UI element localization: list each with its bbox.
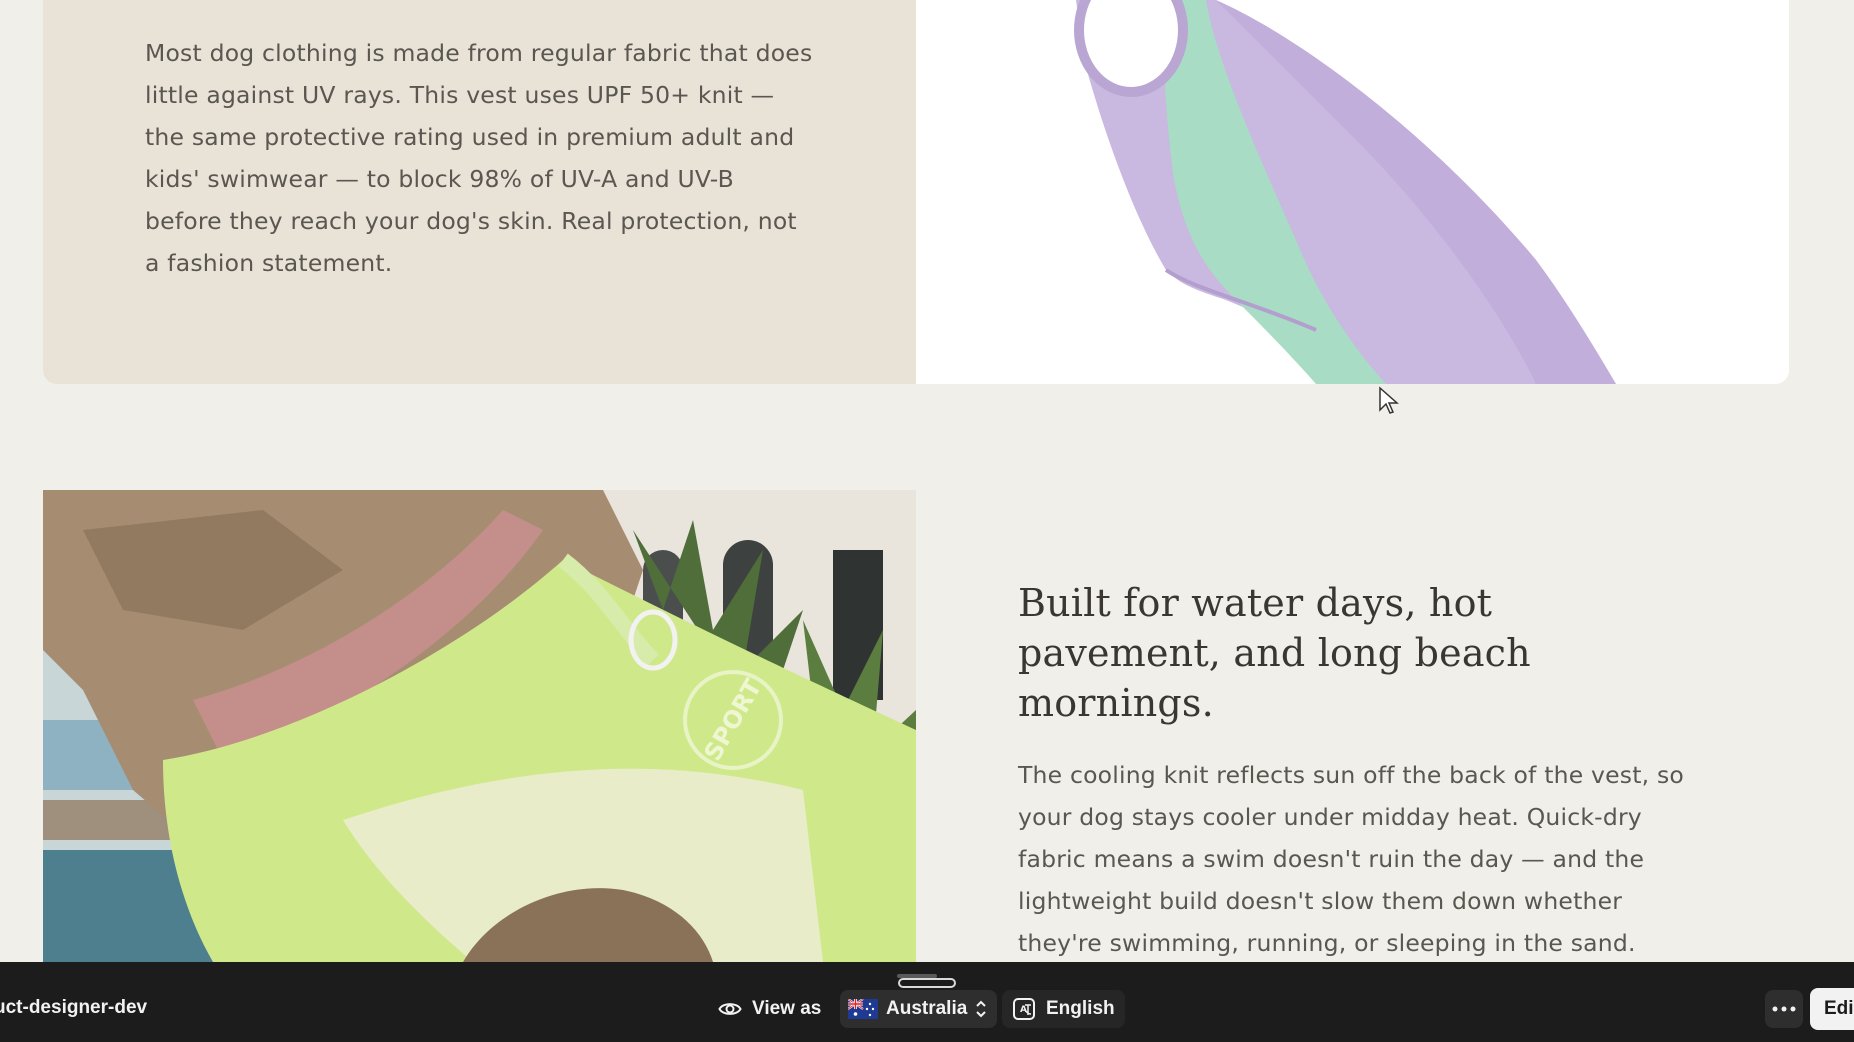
dog-in-sport-vest-illustration: SPORT xyxy=(43,490,916,962)
view-as-label: View as xyxy=(752,998,822,1019)
view-as-button[interactable]: View as xyxy=(718,992,821,1026)
translate-icon: A xyxy=(1013,998,1035,1020)
lavender-vest-illustration xyxy=(916,0,1789,384)
australia-flag-icon xyxy=(848,999,878,1019)
country-selector[interactable]: Australia xyxy=(840,978,998,1028)
water-days-section: SPORT Built for water days, hot pavement… xyxy=(43,490,1789,962)
uv-protection-section: Most dog clothing is made from regular f… xyxy=(43,0,1789,384)
eye-icon xyxy=(718,1003,742,1015)
water-text-panel: Built for water days, hot pavement, and … xyxy=(916,490,1789,962)
svg-text:A: A xyxy=(1020,1005,1027,1015)
water-heading: Built for water days, hot pavement, and … xyxy=(1018,581,1531,725)
vest-product-image xyxy=(916,0,1789,384)
water-body-text: The cooling knit reflects sun off the ba… xyxy=(1018,761,1685,957)
mouse-cursor-icon xyxy=(1379,386,1399,414)
dog-pool-image: SPORT xyxy=(43,490,916,962)
edit-button[interactable]: Edi xyxy=(1810,988,1854,1030)
language-label: English xyxy=(1046,998,1115,1019)
country-selector-indicator xyxy=(898,978,956,988)
store-name: uct-designer-dev xyxy=(0,997,148,1018)
uv-text-panel: Most dog clothing is made from regular f… xyxy=(43,0,916,384)
country-label: Australia xyxy=(886,998,968,1019)
chevron-up-down-icon xyxy=(976,1000,987,1018)
more-options-button[interactable] xyxy=(1765,990,1803,1028)
uv-body-text: Most dog clothing is made from regular f… xyxy=(145,39,813,277)
ellipsis-icon xyxy=(1772,1006,1796,1012)
preview-toolbar: uct-designer-dev View as Australia A Eng… xyxy=(0,962,1854,1042)
language-selector[interactable]: A English xyxy=(1002,990,1125,1028)
